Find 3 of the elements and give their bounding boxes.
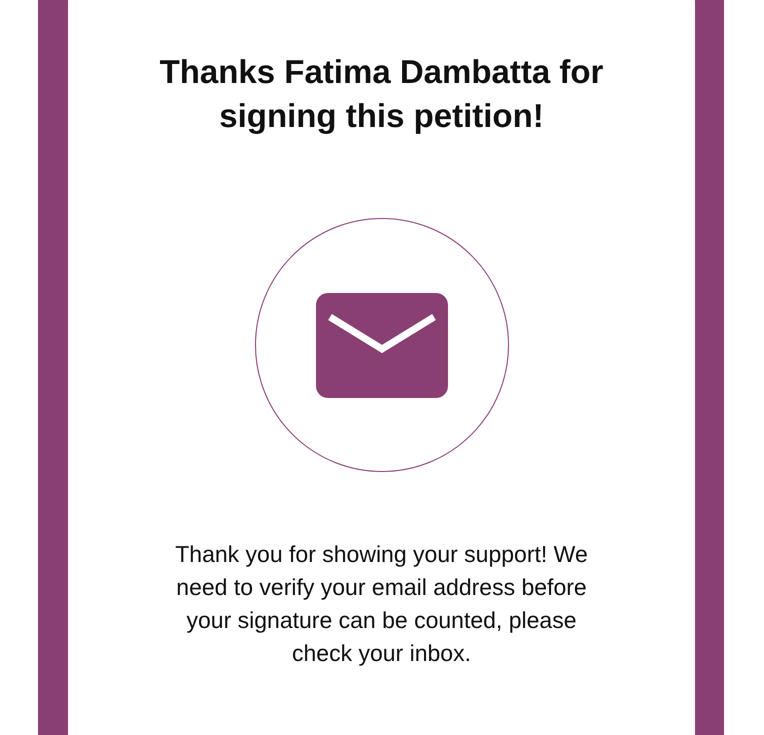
envelope-icon (316, 292, 448, 398)
thanks-heading: Thanks Fatima Dambatta for signing this petition! (158, 52, 604, 136)
verification-message: Thank you for showing your support! We need to verify your email address before your signature can be counted, please check your inbox. (174, 540, 589, 668)
